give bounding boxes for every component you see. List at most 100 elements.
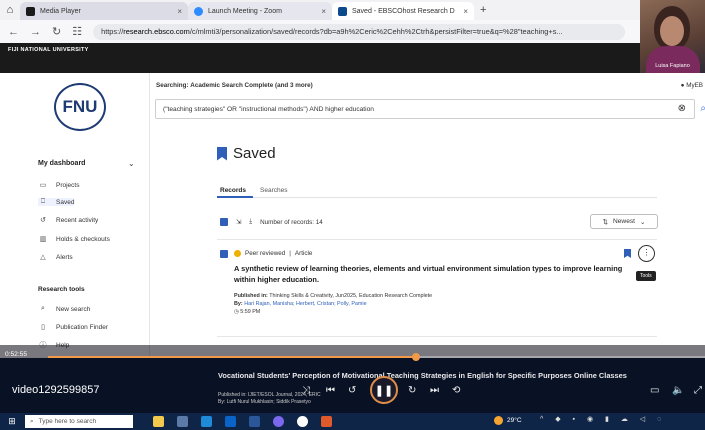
sidebar-item-label: Alerts [56, 253, 73, 261]
tab-records[interactable]: Records [220, 187, 246, 194]
chevron-down-icon: ⌄ [640, 218, 646, 226]
divider [217, 336, 657, 337]
next-icon[interactable]: ⏭ [430, 385, 439, 396]
sidebar-item-new-search[interactable]: ⌕ New search [38, 305, 90, 313]
zoom-icon [194, 6, 203, 16]
sidebar-item-recent-activity[interactable]: ↺ Recent activity [38, 216, 98, 225]
word-icon[interactable] [249, 416, 260, 427]
url-host: research.ebsco.com [123, 27, 190, 36]
record-2-title: Vocational Students' Perception of Motiv… [218, 371, 627, 380]
main-content: Searching: Academic Search Complete (and… [150, 73, 705, 358]
saved-tabs: Records Searches [220, 187, 287, 194]
participant-face [660, 16, 684, 46]
search-input[interactable]: ("teaching strategies" OR "instructional… [155, 99, 705, 119]
books-icon: ▥ [39, 236, 47, 243]
tab-label: Media Player [40, 7, 81, 15]
tools-tooltip: Tools [636, 271, 656, 281]
tab-media-player[interactable]: Media Player × [20, 2, 188, 20]
previous-icon[interactable]: ⏮ [326, 385, 335, 396]
sidebar-item-holds-checkouts[interactable]: ▥ Holds & checkouts [38, 235, 110, 244]
volume-icon[interactable]: 🔈 [672, 385, 684, 396]
forward-icon[interactable]: → [30, 26, 41, 38]
account-menu[interactable]: ● MyEB [681, 82, 703, 89]
taskbar-search[interactable]: ⌕ Type here to search [25, 415, 133, 428]
weather-widget[interactable]: 29°C [494, 416, 522, 425]
by-label: By: [234, 301, 243, 307]
close-icon[interactable]: × [177, 7, 182, 16]
back-icon[interactable]: ← [8, 26, 19, 38]
sidebar-item-label: Saved [56, 198, 75, 206]
chrome-icon[interactable] [297, 416, 308, 427]
url-field[interactable]: https://research.ebsco.com/c/mlmti3/pers… [93, 23, 625, 40]
fnu-logo[interactable]: FNU [54, 83, 106, 131]
url-path: /c/mlmti3/personalization/saved/records?… [189, 27, 563, 36]
my-dashboard-heading[interactable]: My dashboard [38, 160, 85, 167]
new-tab-button[interactable]: + [480, 4, 486, 16]
active-tab-indicator [217, 196, 253, 198]
media-player-taskbar-icon[interactable] [321, 416, 332, 427]
system-tray[interactable]: ^ ◆ ▪ ◉ ▮ ☁ ◁ ◌ [540, 415, 666, 423]
published-value: Thinking Skills & Creativity, Jun2025, E… [269, 293, 433, 299]
sidebar-item-alerts[interactable]: △ Alerts [38, 253, 73, 262]
rewind-icon[interactable]: ↺ [348, 385, 356, 396]
bookmark-icon[interactable] [624, 249, 631, 258]
tab-searches[interactable]: Searches [260, 187, 287, 194]
record-2-authors: By: Lutfi Nurul Mukhlasin; Siddik Praset… [218, 399, 311, 405]
export-icon[interactable]: ⇲ [236, 219, 241, 226]
bell-icon: △ [40, 254, 46, 261]
sidebar-item-saved[interactable]: ⎕ Saved [38, 198, 75, 206]
sidebar-item-label: Holds & checkouts [56, 235, 110, 243]
search-query-text: ("teaching strategies" OR "instructional… [163, 106, 374, 113]
windows-start-icon[interactable]: ⊞ [4, 416, 20, 427]
seek-bar[interactable] [48, 353, 705, 361]
repeat-icon[interactable]: ⟲ [452, 385, 460, 396]
seek-handle[interactable] [411, 353, 420, 361]
clear-icon[interactable]: ⊗ [678, 103, 686, 114]
document-icon: ▯ [41, 324, 45, 331]
sun-icon [494, 416, 503, 425]
page-title: Saved [217, 145, 276, 162]
divider: | [289, 250, 291, 257]
close-icon[interactable]: × [321, 7, 326, 16]
tab-zoom[interactable]: Launch Meeting - Zoom × [188, 2, 332, 20]
sidebar-item-projects[interactable]: ▭ Projects [38, 181, 80, 190]
temperature: 29°C [507, 417, 522, 424]
download-icon[interactable]: ⤓ [249, 218, 252, 226]
record-checkbox[interactable] [220, 250, 228, 258]
seek-bar-fill [48, 356, 416, 358]
searching-label: Searching: [156, 82, 189, 89]
sidebar-item-label: Projects [56, 181, 80, 189]
close-icon[interactable]: × [463, 7, 468, 16]
edge-icon[interactable] [201, 416, 212, 427]
record-title[interactable]: A synthetic review of learning theories,… [234, 263, 644, 285]
chevron-down-icon[interactable]: ⌄ [128, 159, 135, 168]
sidebar-item-publication-finder[interactable]: ▯ Publication Finder [38, 323, 108, 332]
subtitles-icon[interactable]: ▭ [650, 385, 659, 396]
record-authors[interactable]: Hari Rajan, Manisha; Herbert, Cristan; P… [244, 301, 366, 307]
select-all-checkbox[interactable] [220, 218, 228, 226]
records-toolbar: ⇲ ⤓ Number of records: 14 [220, 218, 323, 226]
records-count: Number of records: 14 [260, 218, 323, 226]
outlook-icon[interactable] [225, 416, 236, 427]
teams-icon[interactable] [273, 416, 284, 427]
webcam-video: Luisa Fapiano [640, 0, 705, 73]
site-settings-icon[interactable]: ☷ [72, 25, 82, 38]
task-view-icon[interactable] [177, 416, 188, 427]
address-bar-row: ← → ↻ ☷ https://research.ebsco.com/c/mlm… [0, 20, 705, 43]
forward-icon[interactable]: ↻ [408, 385, 416, 396]
shuffle-icon[interactable]: ⤨ [302, 385, 310, 396]
widgets-icon[interactable] [153, 416, 164, 427]
history-icon: ↺ [40, 217, 46, 224]
home-icon[interactable]: ⌂ [0, 4, 20, 16]
more-options-icon[interactable]: ⋮ [638, 245, 655, 262]
fullscreen-icon[interactable]: ⤢ [694, 385, 702, 396]
reload-icon[interactable]: ↻ [52, 25, 61, 38]
research-tools-heading: Research tools [38, 286, 85, 293]
searching-databases[interactable]: Searching: Academic Search Complete (and… [156, 82, 313, 89]
page-title-text: Saved [233, 145, 276, 162]
search-icon[interactable]: ⌕ [700, 103, 705, 114]
pause-button[interactable]: ❚❚ [370, 376, 398, 404]
sidebar-item-label: New search [56, 305, 91, 313]
tab-ebsco[interactable]: Saved - EBSCOhost Research D × [332, 2, 474, 20]
sort-dropdown[interactable]: ⇅ Newest ⌄ [590, 214, 658, 229]
